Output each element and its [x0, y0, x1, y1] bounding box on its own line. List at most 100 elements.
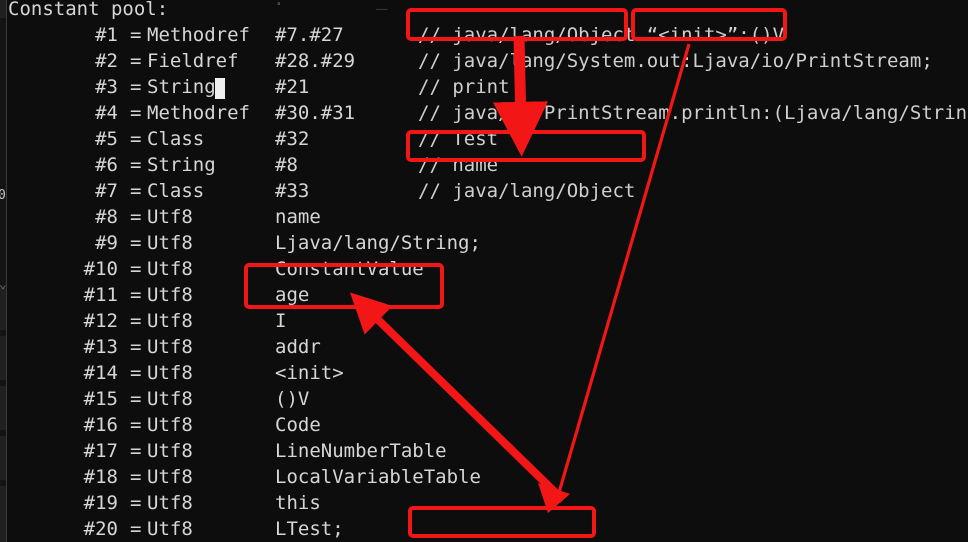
constant-pool-entry: #15 = Utf8 ()V — [0, 386, 968, 412]
entry-equals-sign: = — [130, 180, 142, 202]
entry-index: #20 — [83, 518, 118, 540]
entry-equals-sign: = — [130, 102, 142, 124]
entry-equals-sign: = — [130, 336, 142, 358]
entry-value: #8 — [275, 154, 298, 176]
entry-index: #15 — [83, 388, 118, 410]
constant-pool-entry: #2 = Fieldref #28.#29 // java/lang/System.ou… — [0, 48, 968, 74]
constant-pool-entry: #16 = Utf8 Code — [0, 412, 968, 438]
constant-pool-entry: #7 = Class #33 // java/lang/Object — [0, 178, 968, 204]
entry-equals-sign: = — [130, 258, 142, 280]
text-cursor — [215, 78, 225, 99]
entry-index: #3 — [95, 76, 118, 98]
entry-kind: Utf8 — [147, 388, 193, 410]
entry-value: name — [275, 206, 321, 228]
constant-pool-entry: #17 = Utf8 LineNumberTable — [0, 438, 968, 464]
entry-equals-sign: = — [130, 128, 142, 150]
entry-value: #21 — [275, 76, 310, 98]
constant-pool-header: Constant pool: — [8, 0, 169, 20]
entry-index: #14 — [83, 362, 118, 384]
entry-kind: Class — [147, 180, 205, 202]
entry-equals-sign: = — [130, 414, 142, 436]
constant-pool-entry: #14 = Utf8 <init> — [0, 360, 968, 386]
entry-comment: // java/lang/System.out:Ljava/io/PrintSt… — [418, 50, 933, 72]
entry-kind: String — [147, 76, 216, 98]
entry-value: LTest; — [275, 518, 344, 540]
constant-pool-entry: #13 = Utf8 addr — [0, 334, 968, 360]
entry-equals-sign: = — [130, 76, 142, 98]
entry-kind: Utf8 — [147, 232, 193, 254]
entry-comment: // print — [418, 76, 510, 98]
constant-pool-entry: #11 = Utf8 age — [0, 282, 968, 308]
entry-comment: // name — [418, 154, 499, 176]
constant-pool-entry: #9 = Utf8 Ljava/lang/String; — [0, 230, 968, 256]
constant-pool-entry: #5 = Class #32 // Test — [0, 126, 968, 152]
entry-equals-sign: = — [130, 440, 142, 462]
entry-value: Ljava/lang/String; — [275, 232, 481, 254]
entry-kind: Utf8 — [147, 440, 193, 462]
entry-index: #8 — [95, 206, 118, 228]
constant-pool-entry: #10 = Utf8 ConstantValue — [0, 256, 968, 282]
entry-kind: Utf8 — [147, 466, 193, 488]
constant-pool-entry: #19 = Utf8 this — [0, 490, 968, 516]
entry-index: #4 — [95, 102, 118, 124]
entry-kind: Utf8 — [147, 492, 193, 514]
entry-value: age — [275, 284, 310, 306]
constant-pool-entry: #6 = String #8 // name — [0, 152, 968, 178]
entry-index: #16 — [83, 414, 118, 436]
entry-equals-sign: = — [130, 24, 142, 46]
entry-value: LineNumberTable — [275, 440, 447, 462]
entry-kind: Utf8 — [147, 336, 193, 358]
constant-pool-entry: #18 = Utf8 LocalVariableTable — [0, 464, 968, 490]
entry-equals-sign: = — [130, 466, 142, 488]
entry-comment: // java/lang/Object — [418, 180, 636, 202]
constant-pool-entry: #12 = Utf8 I — [0, 308, 968, 334]
entry-value: addr — [275, 336, 321, 358]
entry-index: #19 — [83, 492, 118, 514]
entry-equals-sign: = — [130, 206, 142, 228]
entry-value: Code — [275, 414, 321, 436]
entry-value: <init> — [275, 362, 344, 384]
entry-index: #17 — [83, 440, 118, 462]
constant-pool-entry: #4 = Methodref #30.#31 // java/io/PrintStrea… — [0, 100, 968, 126]
entry-index: #18 — [83, 466, 118, 488]
javap-terminal-window: 0 ⌄ . _ Constant pool: #1=Methodref#7.#2… — [0, 0, 968, 542]
entry-equals-sign: = — [130, 362, 142, 384]
entry-value: LocalVariableTable — [275, 466, 481, 488]
entry-kind: String — [147, 154, 216, 176]
entry-index: #12 — [83, 310, 118, 332]
entry-comment: // Test — [418, 128, 499, 150]
entry-kind: Class — [147, 128, 205, 150]
entry-comment: // java/io/PrintStream.println:(Ljava/la… — [418, 102, 968, 124]
entry-value: ConstantValue — [275, 258, 424, 280]
entry-value: #7.#27 — [275, 24, 344, 46]
constant-pool-entry: #1 = Methodref #7.#27 // java/lang/Object.“<… — [0, 22, 968, 48]
entry-kind: Utf8 — [147, 518, 193, 540]
entry-kind: Utf8 — [147, 414, 193, 436]
entry-value: #28.#29 — [275, 50, 356, 72]
entry-equals-sign: = — [130, 518, 142, 540]
entry-equals-sign: = — [130, 388, 142, 410]
terminal-text-area[interactable]: . _ Constant pool: #1=Methodref#7.#27// … — [0, 0, 968, 542]
entry-equals-sign: = — [130, 50, 142, 72]
entry-index: #5 — [95, 128, 118, 150]
entry-equals-sign: = — [130, 154, 142, 176]
entry-equals-sign: = — [130, 284, 142, 306]
entry-value: this — [275, 492, 321, 514]
entry-value: #30.#31 — [275, 102, 356, 124]
entry-kind: Utf8 — [147, 258, 193, 280]
entry-kind: Utf8 — [147, 362, 193, 384]
entry-value: I — [275, 310, 287, 332]
entry-kind: Fieldref — [147, 50, 239, 72]
entry-value: ()V — [275, 388, 310, 410]
entry-index: #10 — [83, 258, 118, 280]
entry-index: #9 — [95, 232, 118, 254]
entry-index: #6 — [95, 154, 118, 176]
entry-kind: Methodref — [147, 24, 250, 46]
entry-equals-sign: = — [130, 232, 142, 254]
entry-index: #13 — [83, 336, 118, 358]
entry-kind: Methodref — [147, 102, 250, 124]
entry-kind: Utf8 — [147, 310, 193, 332]
constant-pool-entry: #8 = Utf8 name — [0, 204, 968, 230]
entry-equals-sign: = — [130, 492, 142, 514]
entry-index: #7 — [95, 180, 118, 202]
